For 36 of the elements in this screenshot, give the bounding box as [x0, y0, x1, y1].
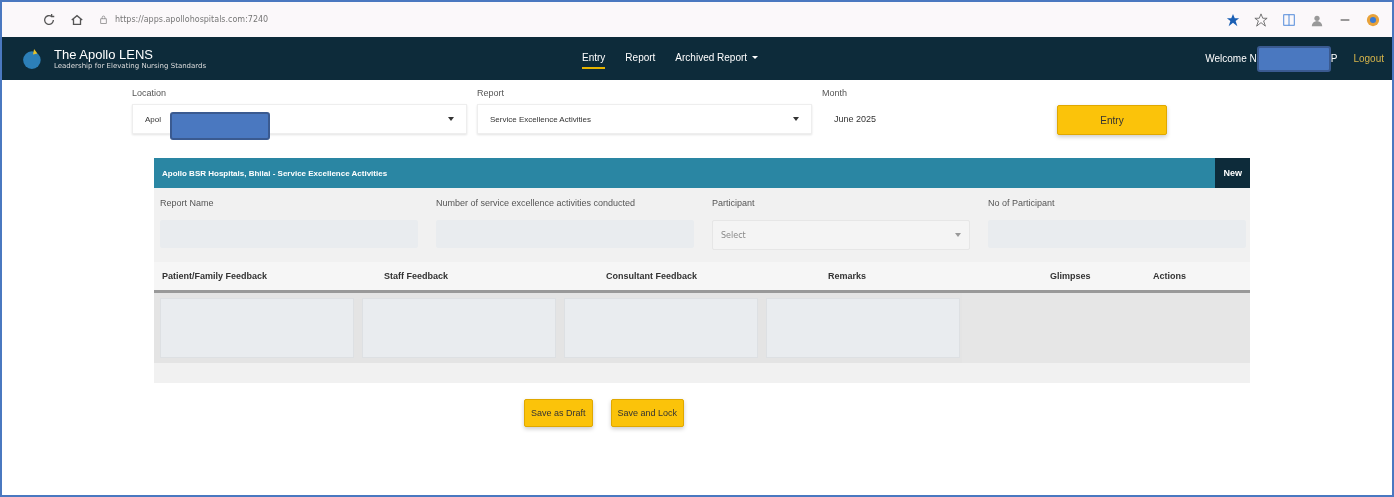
star-icon[interactable] [1226, 12, 1240, 27]
welcome-text: Welcome N [1205, 53, 1257, 64]
status-badge: New [1215, 158, 1250, 188]
action-button[interactable]: Save as Draft [524, 399, 593, 427]
home-icon[interactable] [70, 12, 84, 27]
address-bar[interactable]: https://apps.apollohospitals.com:7240 [115, 15, 269, 24]
column-header: Patient/Family Feedback [161, 270, 269, 283]
field-label: Report Name [160, 198, 215, 208]
field-label: Location [132, 88, 168, 98]
nav-link[interactable]: Archived Report [675, 48, 759, 69]
copilot-icon[interactable] [1366, 12, 1380, 27]
field-label: Report [477, 88, 505, 98]
column-header: Actions [1152, 270, 1188, 283]
brand-name: The Apollo LENS [54, 47, 154, 62]
action-button[interactable]: Save and Lock [610, 399, 685, 427]
globe-logo-icon [22, 47, 44, 70]
logout-link[interactable]: Logout [1353, 53, 1384, 64]
split-screen-icon[interactable] [1282, 12, 1296, 27]
month-field[interactable]: June 2025 [822, 104, 1047, 134]
panel-title: Apollo BSR Hospitals, Bhilai - Service Excellence Activities [162, 168, 388, 178]
column-header: Glimpses [1048, 270, 1092, 283]
reload-icon[interactable] [42, 12, 56, 27]
column-header: Staff Feedback [383, 270, 449, 283]
field-label: Number of service excellence activities conducted [436, 198, 637, 208]
lock-icon [98, 14, 109, 25]
entry-button[interactable]: Entry [1057, 105, 1167, 135]
field-label: Month [822, 88, 848, 98]
nav-link[interactable]: Entry [582, 48, 606, 69]
column-header: Consultant Feedback [604, 270, 698, 283]
welcome-text: P [1330, 53, 1338, 64]
field-label: Participant [712, 198, 756, 208]
column-header: Remarks [826, 270, 867, 283]
favorites-icon[interactable] [1254, 12, 1268, 27]
report-select[interactable]: Service Excellence Activities [477, 104, 812, 134]
nav-link[interactable]: Report [625, 48, 656, 69]
field-label: No of Participant [988, 198, 1056, 208]
